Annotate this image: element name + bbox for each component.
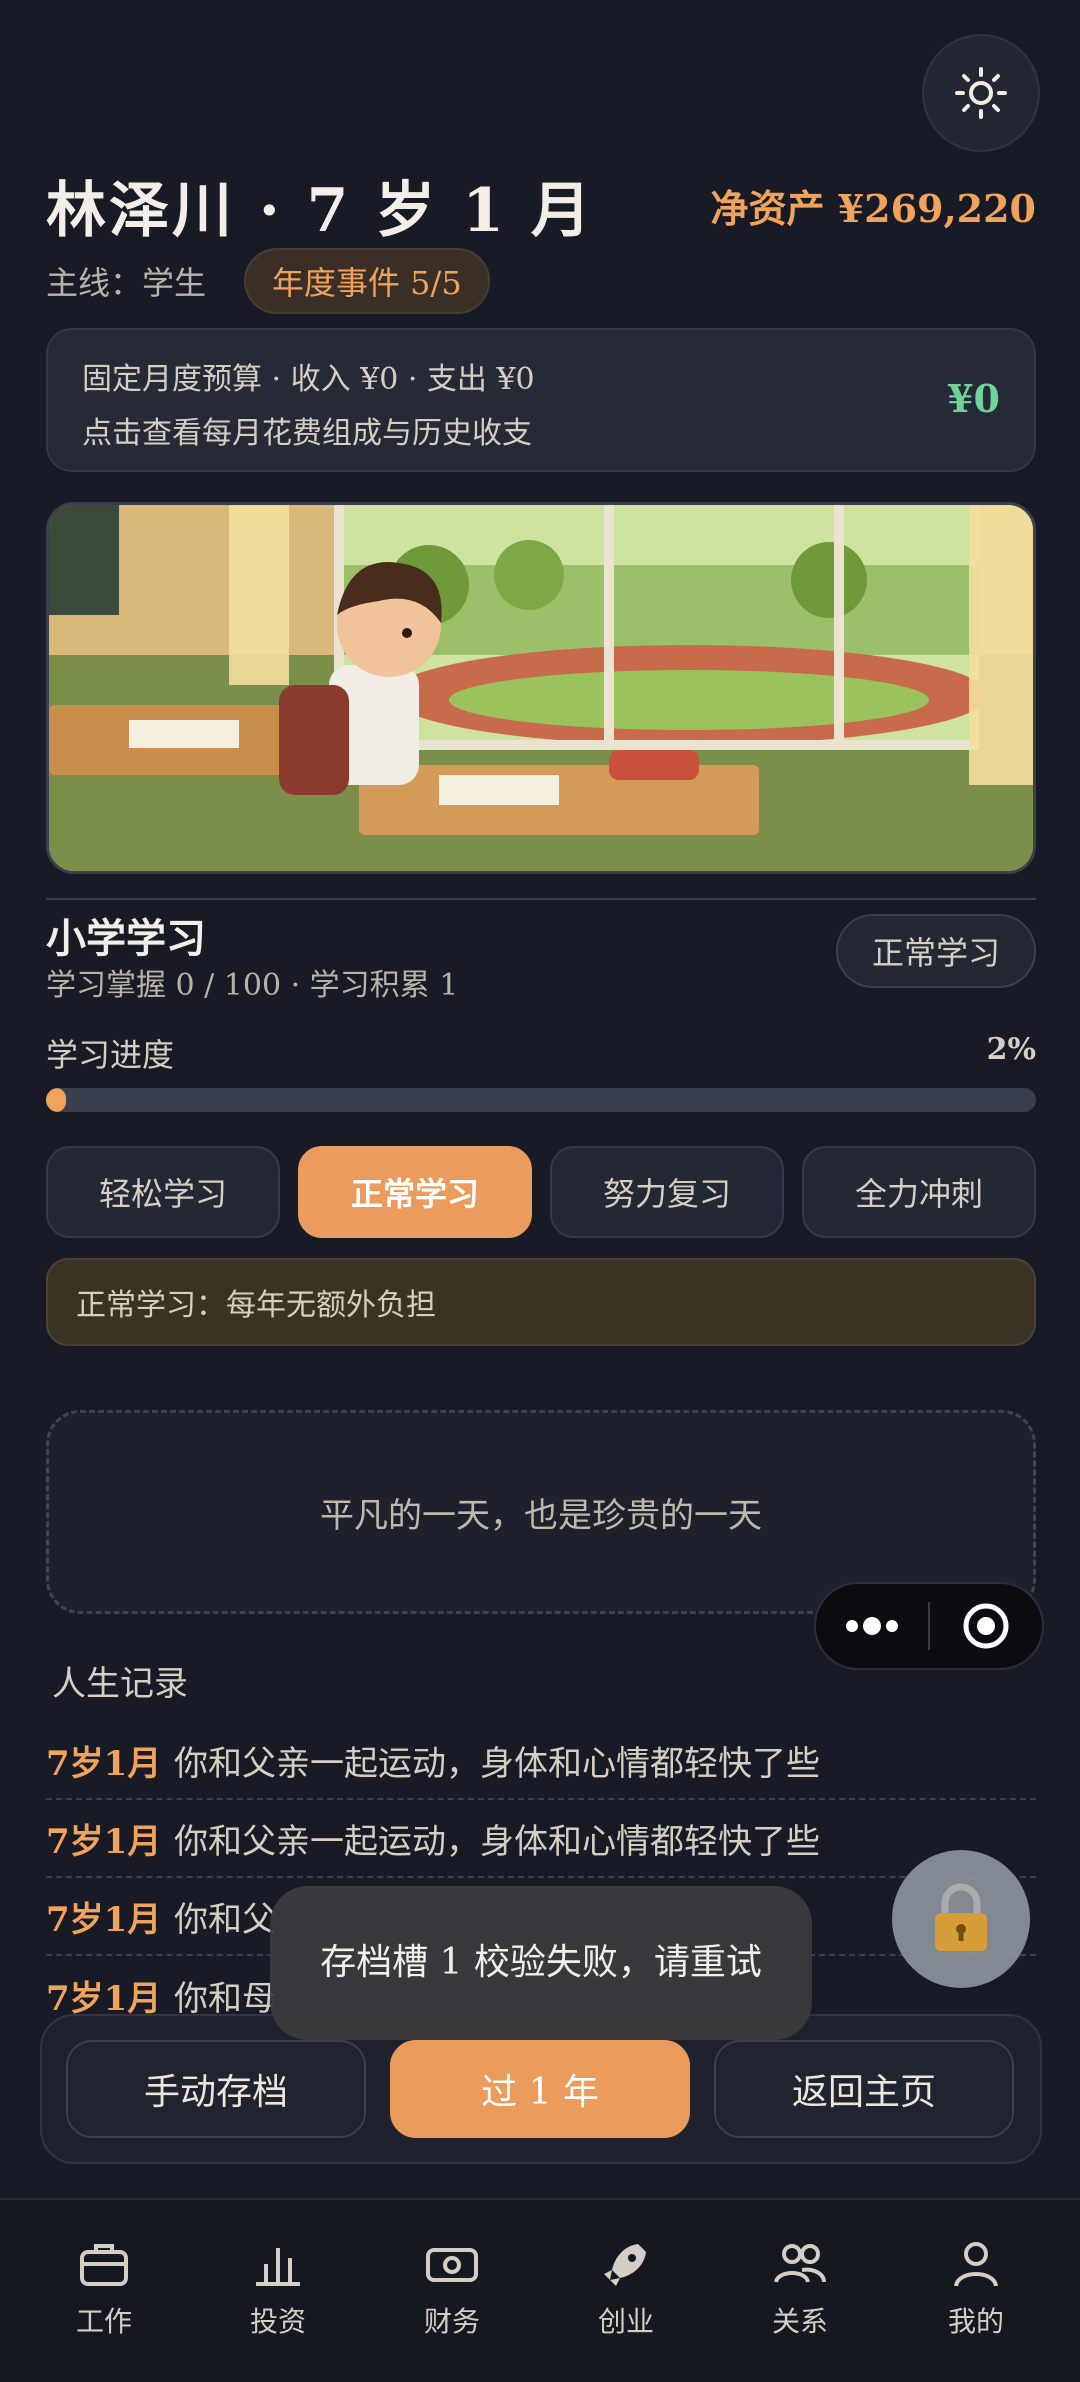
budget-summary: 固定月度预算 · 收入 ¥0 · 支出 ¥0 bbox=[82, 362, 535, 397]
tab-label: 创业 bbox=[597, 2305, 654, 2338]
close-miniprogram-button[interactable] bbox=[930, 1584, 1042, 1668]
option-hard-review[interactable]: 努力复习 bbox=[550, 1146, 784, 1238]
option-normal-study[interactable]: 正常学习 bbox=[298, 1146, 532, 1238]
error-toast: 存档槽 1 校验失败，请重试 bbox=[270, 1886, 812, 2040]
tab-finance[interactable]: 财务 bbox=[392, 2236, 512, 2340]
section-divider bbox=[46, 898, 1036, 900]
option-full-sprint[interactable]: 全力冲刺 bbox=[802, 1146, 1036, 1238]
manual-save-button[interactable]: 手动存档 bbox=[66, 2040, 366, 2138]
record-text: 你和父 bbox=[174, 1899, 276, 1940]
cash-icon bbox=[426, 2248, 478, 2282]
tab-invest[interactable]: 投资 bbox=[218, 2236, 338, 2340]
record-text: 你和母 bbox=[174, 1978, 276, 2019]
tab-relationships[interactable]: 关系 bbox=[740, 2236, 860, 2340]
budget-balance: ¥0 bbox=[947, 376, 1000, 421]
tab-startup[interactable]: 创业 bbox=[566, 2236, 686, 2340]
sun-icon bbox=[955, 67, 1007, 119]
study-section-title: 小学学习 bbox=[46, 915, 206, 962]
tab-label: 财务 bbox=[423, 2305, 480, 2338]
study-progress-bar bbox=[46, 1088, 1036, 1112]
people-icon bbox=[774, 2244, 826, 2283]
study-mode-pill[interactable]: 正常学习 bbox=[836, 914, 1036, 988]
miniprogram-capsule bbox=[814, 1582, 1044, 1670]
record-text: 你和父亲一起运动，身体和心情都轻快了些 bbox=[174, 1821, 820, 1862]
tab-work[interactable]: 工作 bbox=[44, 2236, 164, 2340]
record-age: 7岁1月 bbox=[46, 1821, 162, 1862]
record-text: 你和父亲一起运动，身体和心情都轻快了些 bbox=[174, 1743, 820, 1784]
bar-chart-icon bbox=[256, 2248, 300, 2286]
study-progress-percent: 2% bbox=[986, 1032, 1036, 1067]
rocket-icon bbox=[604, 2244, 646, 2286]
study-progress-label: 学习进度 bbox=[46, 1036, 175, 1074]
record-age: 7岁1月 bbox=[46, 1899, 162, 1940]
study-mode-note: 正常学习：每年无额外负担 bbox=[46, 1258, 1036, 1346]
annual-event-badge[interactable]: 年度事件 5/5 bbox=[244, 248, 490, 314]
net-worth: 净资产 ¥269,220 bbox=[710, 186, 1036, 231]
lock-button[interactable] bbox=[892, 1850, 1030, 1988]
tab-label: 工作 bbox=[75, 2305, 132, 2338]
study-stats: 学习掌握 0 / 100 · 学习积累 1 bbox=[46, 968, 459, 1003]
study-progress-fill bbox=[46, 1088, 66, 1112]
mainline-label: 主线：学生 bbox=[46, 264, 207, 302]
character-title: 林泽川 · 7 岁 1 月 bbox=[46, 176, 594, 246]
briefcase-icon bbox=[80, 2244, 128, 2286]
budget-hint: 点击查看每月花费组成与历史收支 bbox=[82, 416, 532, 451]
return-home-button[interactable]: 返回主页 bbox=[714, 2040, 1014, 2138]
record-row: 7岁1月 你和父亲一起运动，身体和心情都轻快了些 bbox=[46, 1722, 1036, 1800]
classroom-illustration bbox=[46, 502, 1036, 874]
more-menu-button[interactable] bbox=[816, 1584, 928, 1668]
lock-icon bbox=[935, 1883, 987, 1951]
theme-toggle-button[interactable] bbox=[922, 34, 1040, 152]
tab-label: 我的 bbox=[947, 2305, 1004, 2338]
record-age: 7岁1月 bbox=[46, 1978, 162, 2019]
record-row: 7岁1月 你和父亲一起运动，身体和心情都轻快了些 bbox=[46, 1800, 1036, 1878]
option-relaxed-study[interactable]: 轻松学习 bbox=[46, 1146, 280, 1238]
user-icon bbox=[954, 2242, 998, 2287]
tab-label: 关系 bbox=[771, 2305, 828, 2338]
target-close-icon bbox=[963, 1603, 1009, 1649]
life-records-title: 人生记录 bbox=[52, 1664, 188, 1704]
monthly-budget-card[interactable]: 固定月度预算 · 收入 ¥0 · 支出 ¥0 点击查看每月花费组成与历史收支 ¥… bbox=[46, 328, 1036, 472]
record-age: 7岁1月 bbox=[46, 1743, 162, 1784]
tab-profile[interactable]: 我的 bbox=[916, 2236, 1036, 2340]
tab-label: 投资 bbox=[249, 2305, 306, 2338]
advance-year-button[interactable]: 过 1 年 bbox=[390, 2040, 690, 2138]
more-dots-icon bbox=[846, 1617, 898, 1635]
